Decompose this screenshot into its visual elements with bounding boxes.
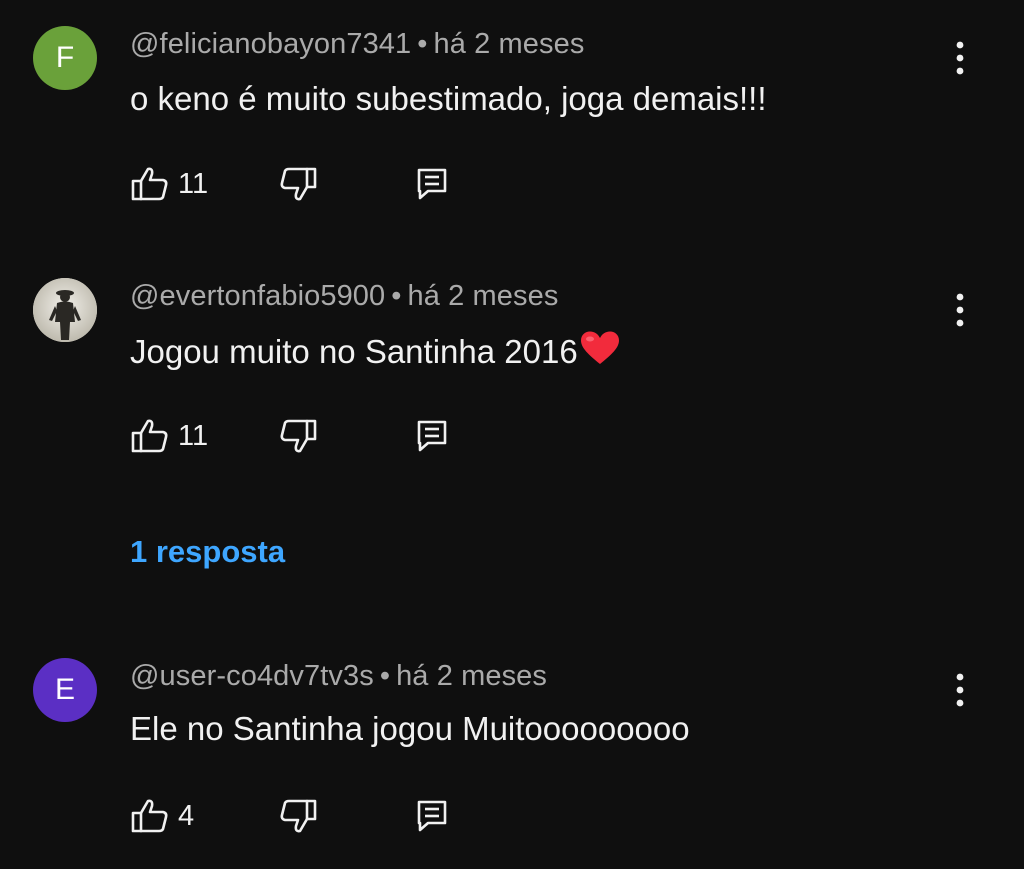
reply-comment-icon [417, 168, 447, 200]
thumb-down-icon [280, 167, 317, 201]
comment-author[interactable]: @user-co4dv7tv3s [130, 660, 374, 692]
more-vert-icon [956, 673, 964, 707]
avatar[interactable]: E [33, 658, 97, 722]
like-button[interactable]: 4 [130, 794, 194, 838]
avatar[interactable]: F [33, 26, 97, 90]
avatar-letter: F [55, 41, 75, 74]
reply-button[interactable] [416, 162, 448, 206]
dislike-button[interactable] [278, 794, 318, 838]
thumb-down-icon [280, 419, 317, 453]
heart-emoji [579, 330, 621, 374]
reply-comment-icon [417, 420, 447, 452]
avatar-letter: E [54, 673, 75, 706]
dislike-button[interactable] [278, 162, 318, 206]
comment-actions: 11 [130, 414, 470, 458]
comment-author[interactable]: @felicianobayon7341 [130, 28, 411, 60]
comment-meta: @felicianobayon7341 • há 2 meses [130, 28, 584, 61]
comment-meta: @evertonfabio5900 • há 2 meses [130, 280, 558, 313]
comment-actions: 11 [130, 162, 470, 206]
thumb-down-icon [280, 799, 317, 833]
comment-actions: 4 [130, 794, 470, 838]
like-button[interactable]: 11 [130, 414, 208, 458]
meta-separator: • [417, 28, 428, 60]
like-button[interactable]: 11 [130, 162, 208, 206]
thumb-up-icon [131, 419, 168, 453]
avatar[interactable] [33, 278, 97, 342]
heart-icon [580, 331, 619, 364]
comment-text: Ele no Santinha jogou Muitooooooooo [130, 710, 690, 747]
reply-button[interactable] [416, 794, 448, 838]
like-count: 11 [178, 167, 209, 200]
meta-separator: • [391, 280, 402, 312]
meta-separator: • [379, 660, 391, 692]
comment-text-content: Jogou muito no Santinha 2016 [130, 333, 578, 370]
reply-comment-icon [417, 800, 447, 832]
comment-author[interactable]: @evertonfabio5900 [130, 280, 385, 312]
dislike-button[interactable] [278, 414, 318, 458]
comment-time[interactable]: há 2 meses [396, 660, 547, 692]
comment-text: Jogou muito no Santinha 2016 [130, 330, 621, 374]
like-count: 4 [178, 799, 195, 832]
comment-time[interactable]: há 2 meses [434, 28, 585, 60]
more-vert-icon [956, 293, 964, 327]
more-options-button[interactable] [940, 668, 980, 712]
comment-text: o keno é muito subestimado, joga demais!… [130, 80, 767, 117]
more-vert-icon [956, 41, 964, 75]
like-count: 11 [178, 419, 209, 452]
view-replies-link[interactable]: 1 resposta [130, 534, 285, 570]
profile-photo [33, 278, 97, 342]
comment-meta: @user-co4dv7tv3s • há 2 meses [130, 660, 547, 693]
thumb-up-icon [131, 799, 168, 833]
comment-time[interactable]: há 2 meses [408, 280, 559, 312]
more-options-button[interactable] [940, 36, 980, 80]
reply-button[interactable] [416, 414, 448, 458]
more-options-button[interactable] [940, 288, 980, 332]
thumb-up-icon [131, 167, 168, 201]
